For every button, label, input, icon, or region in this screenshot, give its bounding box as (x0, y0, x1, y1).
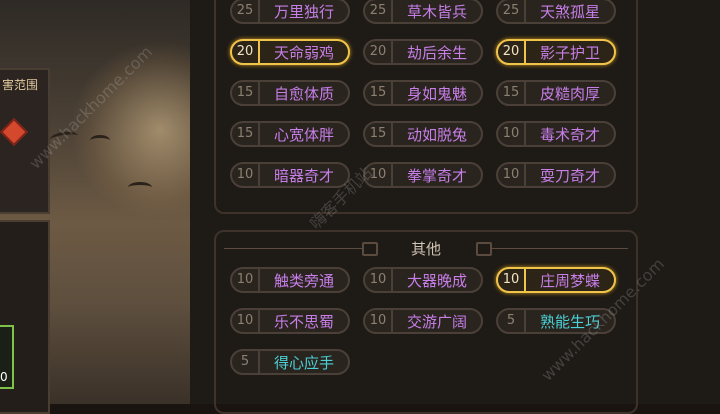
talent-name: 触类旁通 (273, 271, 334, 290)
talent-name: 得心应手 (273, 353, 334, 372)
talent-button[interactable]: 10 庄周梦蝶 (496, 267, 616, 293)
talent-level: 15 (498, 82, 526, 104)
talent-button[interactable]: 10 触类旁通 (230, 267, 350, 293)
talent-button[interactable]: 5 得心应手 (230, 349, 350, 375)
damage-range-label: 害范围 (2, 78, 39, 92)
talent-level: 20 (498, 41, 526, 63)
talent-button[interactable]: 25 草木皆兵 (363, 0, 483, 24)
talent-name: 劫后余生 (406, 43, 467, 62)
talent-button[interactable]: 25 天煞孤星 (496, 0, 616, 24)
talent-button[interactable]: 15 皮糙肉厚 (496, 80, 616, 106)
talent-name: 天煞孤星 (539, 2, 600, 21)
talent-button[interactable]: 15 身如鬼魅 (363, 80, 483, 106)
talent-level: 10 (498, 269, 526, 291)
talent-name: 动如脱兔 (406, 125, 467, 144)
talent-button[interactable]: 10 暗器奇才 (230, 162, 350, 188)
talent-level: 25 (365, 0, 393, 22)
talent-level: 20 (365, 41, 393, 63)
talent-name: 暗器奇才 (273, 166, 334, 185)
talent-level: 10 (232, 164, 260, 186)
talent-name: 影子护卫 (539, 43, 600, 62)
talent-name: 庄周梦蝶 (539, 271, 600, 290)
talent-level: 10 (232, 310, 260, 332)
talent-level: 10 (365, 269, 393, 291)
talent-button[interactable]: 10 大器晚成 (363, 267, 483, 293)
ornament-icon (476, 242, 492, 256)
talent-button[interactable]: 15 心宽体胖 (230, 121, 350, 147)
talent-name: 天命弱鸡 (273, 43, 334, 62)
talent-name: 乐不思蜀 (273, 312, 334, 331)
talent-level: 15 (365, 123, 393, 145)
talent-name: 身如鬼魅 (406, 84, 467, 103)
talent-button[interactable]: 15 动如脱兔 (363, 121, 483, 147)
bird-icon (128, 182, 152, 193)
talent-level: 10 (498, 123, 526, 145)
talent-name: 毒术奇才 (539, 125, 600, 144)
talent-level: 10 (365, 310, 393, 332)
talent-level: 25 (232, 0, 260, 22)
talent-level: 10 (232, 269, 260, 291)
section-divider: 其他 (214, 236, 638, 260)
talent-button[interactable]: 10 毒术奇才 (496, 121, 616, 147)
talent-level: 15 (232, 123, 260, 145)
talent-button[interactable]: 25 万里独行 (230, 0, 350, 24)
talent-button[interactable]: 10 拳掌奇才 (363, 162, 483, 188)
talent-name: 皮糙肉厚 (539, 84, 600, 103)
talent-button[interactable]: 20 天命弱鸡 (230, 39, 350, 65)
talent-name: 耍刀奇才 (539, 166, 600, 185)
talent-level: 20 (232, 41, 260, 63)
gem-icon (0, 117, 29, 147)
talent-name: 自愈体质 (273, 84, 334, 103)
talent-name: 万里独行 (273, 2, 334, 21)
talent-button[interactable]: 10 交游广阔 (363, 308, 483, 334)
talent-level: 10 (498, 164, 526, 186)
talent-level: 25 (498, 0, 526, 22)
talent-level: 5 (498, 310, 526, 332)
talent-name: 心宽体胖 (273, 125, 334, 144)
talent-button[interactable]: 15 自愈体质 (230, 80, 350, 106)
bird-icon (90, 135, 110, 146)
talent-level: 15 (365, 82, 393, 104)
talent-level: 5 (232, 351, 260, 373)
talent-level: 15 (232, 82, 260, 104)
talent-button[interactable]: 20 影子护卫 (496, 39, 616, 65)
talent-button[interactable]: 10 乐不思蜀 (230, 308, 350, 334)
talent-name: 大器晚成 (406, 271, 467, 290)
talent-name: 草木皆兵 (406, 2, 467, 21)
talent-button[interactable]: 20 劫后余生 (363, 39, 483, 65)
stat-value: 0 (0, 370, 8, 384)
talent-button[interactable]: 10 耍刀奇才 (496, 162, 616, 188)
talent-name: 交游广阔 (406, 312, 467, 331)
talent-name: 拳掌奇才 (406, 166, 467, 185)
